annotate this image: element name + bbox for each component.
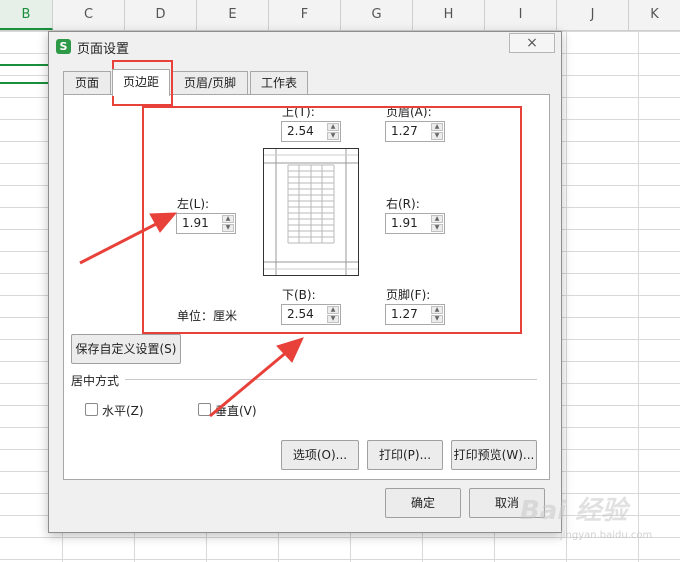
baidu-watermark-url: jingyan.baidu.com bbox=[560, 530, 653, 541]
arrow-left-icon bbox=[149, 212, 178, 233]
annotation-arrows bbox=[79, 212, 304, 418]
tab-margins[interactable]: 页边距 bbox=[112, 69, 170, 96]
baidu-watermark: Bai 经验 bbox=[520, 496, 628, 526]
